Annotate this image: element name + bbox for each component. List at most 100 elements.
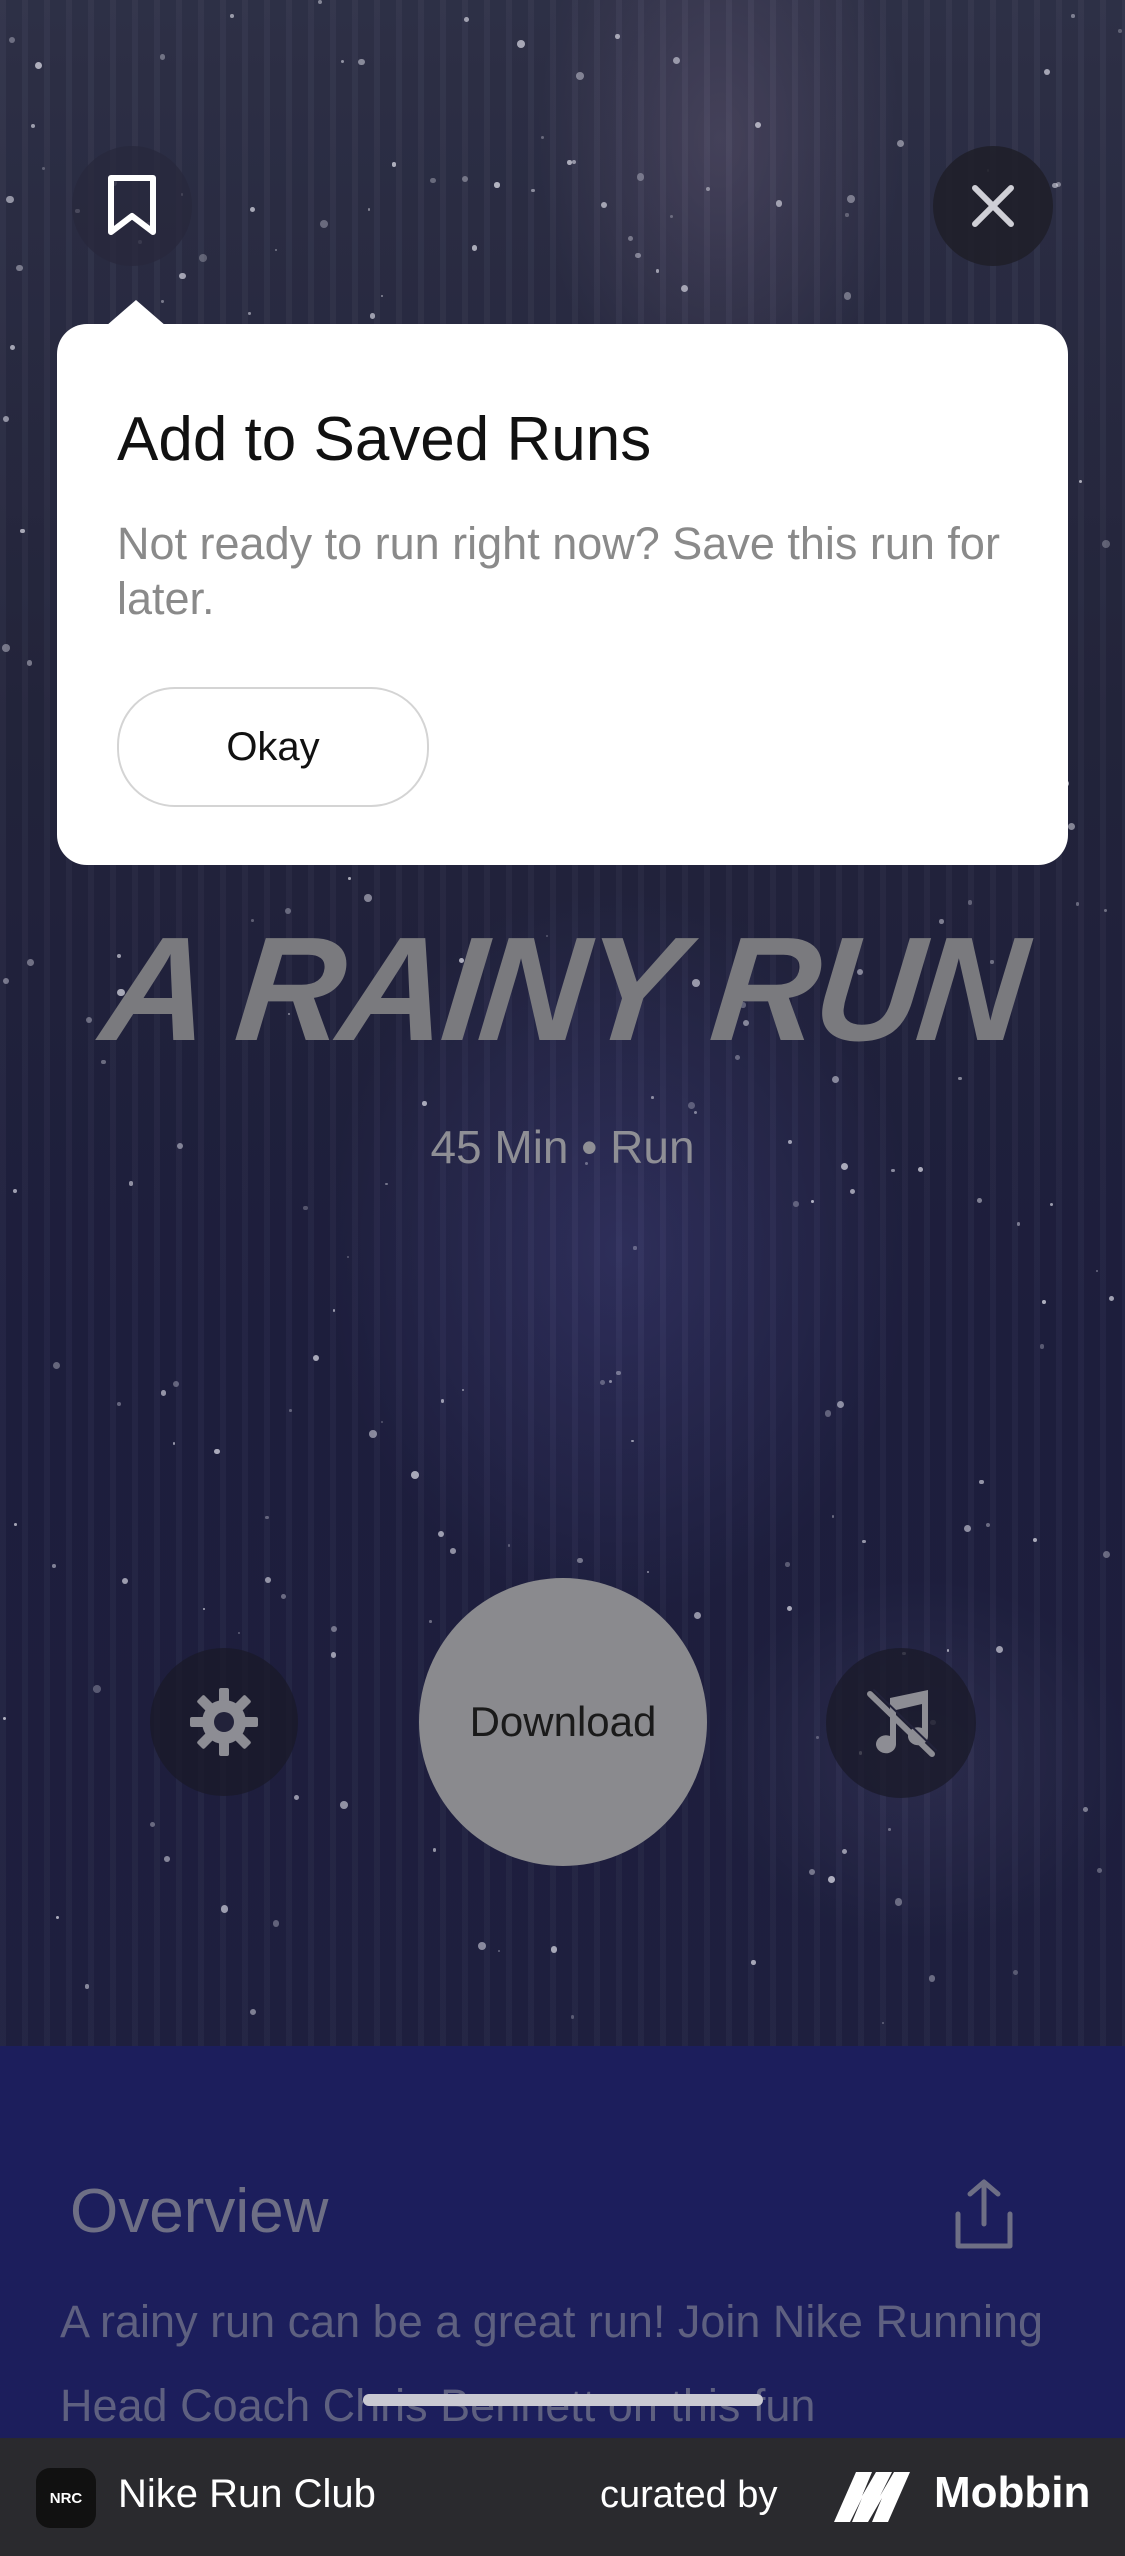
rain-dot	[531, 188, 535, 193]
rain-dot	[615, 34, 621, 39]
rain-dot	[92, 1684, 101, 1693]
rain-dot	[1071, 14, 1075, 18]
close-button[interactable]	[933, 146, 1053, 266]
popover-title: Add to Saved Runs	[117, 405, 652, 474]
rain-dot	[845, 213, 849, 217]
rain-dot	[1043, 68, 1050, 76]
okay-button[interactable]: Okay	[117, 687, 429, 807]
rain-dot	[1049, 1202, 1053, 1206]
rain-dot	[1118, 28, 1123, 33]
rain-dot	[128, 1181, 134, 1186]
rain-dot	[979, 1479, 984, 1485]
rain-dot	[843, 292, 852, 300]
rain-dot	[330, 1652, 337, 1658]
rain-dot	[172, 1380, 179, 1387]
rain-dot	[84, 1984, 90, 1989]
rain-dot	[1102, 1551, 1110, 1559]
app-icon: NRC	[36, 2468, 96, 2528]
rain-dot	[976, 1198, 982, 1204]
rain-dot	[616, 1370, 621, 1376]
curated-by-label: curated by	[600, 2474, 778, 2516]
rain-dot	[121, 1577, 128, 1584]
rain-dot	[655, 269, 660, 273]
music-off-icon	[867, 1689, 937, 1757]
rain-dot	[600, 202, 607, 209]
rain-dot	[230, 14, 234, 19]
rain-dot	[34, 61, 42, 69]
rain-dot	[41, 166, 45, 170]
rain-dot	[775, 199, 783, 207]
rain-dot	[846, 195, 855, 204]
rain-dot	[199, 253, 207, 262]
rain-dot	[449, 1548, 456, 1554]
rain-dot	[832, 1075, 840, 1083]
rain-dot	[52, 1564, 56, 1568]
rain-dot	[367, 207, 371, 211]
rain-dot	[550, 1946, 558, 1953]
rain-dot	[687, 1102, 695, 1110]
rain-dot	[1083, 1807, 1088, 1813]
rain-dot	[392, 162, 397, 167]
rain-dot	[385, 1182, 388, 1186]
rain-dot	[784, 1562, 790, 1567]
rain-dot	[214, 1448, 220, 1455]
rain-dot	[20, 528, 25, 533]
overview-panel: Overview A rainy run can be a great run!…	[0, 2046, 1125, 2438]
rain-dot	[862, 1539, 866, 1543]
rain-dot	[494, 182, 500, 188]
rain-dot	[1108, 1295, 1114, 1301]
saved-runs-popover: Add to Saved Runs Not ready to run right…	[57, 324, 1068, 865]
rain-dot	[303, 1205, 308, 1210]
overview-text: A rainy run can be a great run! Join Nik…	[60, 2296, 1044, 2431]
rain-dot	[472, 245, 478, 251]
close-icon	[972, 185, 1014, 227]
rain-dot	[370, 313, 376, 319]
rain-dot	[319, 219, 328, 228]
rain-dot	[792, 1201, 799, 1207]
rain-dot	[599, 1380, 605, 1386]
rain-dot	[636, 173, 644, 181]
rain-dot	[570, 2015, 574, 2019]
rain-dot	[149, 1821, 155, 1827]
run-title: A RAINY RUN	[94, 907, 1031, 1072]
rain-dot	[828, 1876, 836, 1883]
bookmark-icon	[108, 175, 156, 235]
rain-dot	[1039, 1344, 1045, 1349]
rain-dot	[809, 1868, 816, 1875]
rain-dot	[159, 53, 166, 60]
music-toggle-button[interactable]	[826, 1648, 976, 1798]
popover-arrow	[106, 300, 166, 326]
attribution-footer: NRC Nike Run Club curated by Mobbin	[0, 2438, 1125, 2556]
rain-dot	[810, 1200, 814, 1203]
rain-dot	[1101, 539, 1110, 548]
rain-dot	[958, 1076, 962, 1080]
rain-dot	[751, 1960, 756, 1965]
share-icon[interactable]	[952, 2176, 1016, 2252]
download-button[interactable]: Download	[419, 1578, 707, 1866]
rain-dot	[265, 1515, 269, 1520]
rain-dot	[380, 295, 383, 298]
rain-dot	[3, 415, 10, 422]
run-meta: 45 Min • Run	[430, 1121, 695, 1173]
bookmark-button[interactable]	[72, 146, 192, 266]
app-name: Nike Run Club	[118, 2472, 376, 2516]
rain-dot	[836, 1400, 844, 1408]
rain-dot	[928, 1975, 935, 1982]
settings-button[interactable]	[150, 1648, 298, 1796]
rain-dot	[628, 235, 634, 241]
rain-dot	[347, 877, 351, 881]
rain-dot	[1051, 182, 1058, 189]
rain-dot	[16, 265, 23, 272]
rain-dot	[429, 1619, 433, 1623]
rain-dot	[346, 1255, 350, 1258]
rain-dot	[340, 60, 344, 64]
rain-dot	[1096, 1868, 1102, 1873]
rain-dot	[281, 1593, 287, 1599]
home-indicator[interactable]	[363, 2394, 763, 2406]
rain-dot	[172, 1442, 176, 1445]
rain-dot	[56, 1915, 60, 1919]
rain-dot	[26, 660, 33, 666]
rain-dot	[646, 1570, 649, 1573]
rain-dot	[358, 59, 365, 66]
mobbin-logo-icon	[834, 2472, 910, 2522]
